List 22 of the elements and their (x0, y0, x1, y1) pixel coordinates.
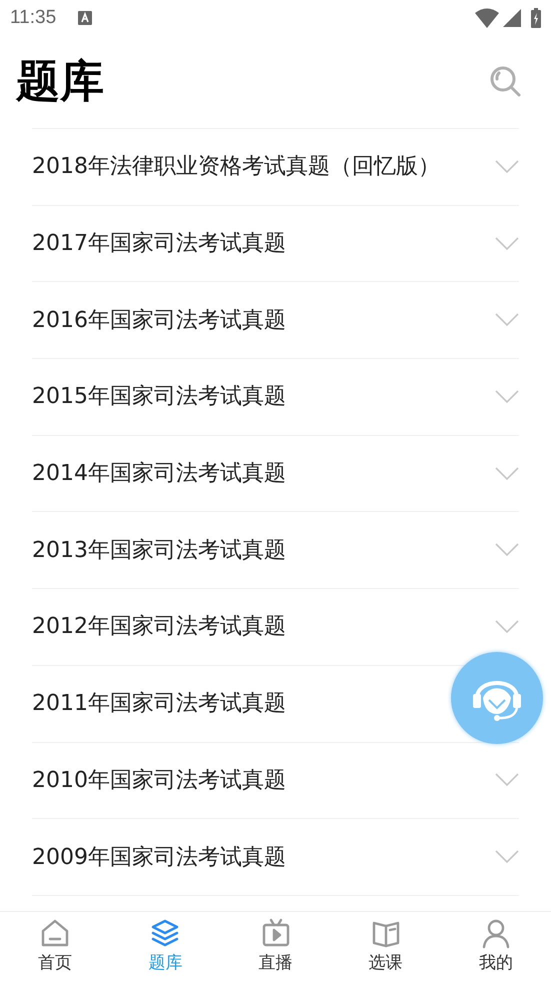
exam-title[interactable]: 2011年国家司法考试真题 (32, 687, 286, 720)
nav-tab[interactable]: 直播 (220, 912, 331, 981)
exam-title[interactable]: 2014年国家司法考试真题 (32, 457, 286, 490)
nav-tab[interactable]: 选课 (330, 912, 441, 981)
search-icon[interactable] (489, 65, 523, 99)
exam-title[interactable]: 2018年法律职业资格考试真题（回忆版） (32, 150, 440, 184)
status-time: 11:35 (10, 6, 56, 30)
exam-title[interactable]: 2009年国家司法考试真题 (32, 840, 286, 874)
exam-title[interactable]: 2015年国家司法考试真题 (32, 380, 286, 414)
exam-title[interactable]: 2012年国家司法考试真题 (32, 610, 286, 644)
nav-tab[interactable]: 首页 (0, 912, 110, 981)
exam-title[interactable]: 2010年国家司法考试真题 (32, 764, 286, 797)
nav-tab[interactable]: 我的 (440, 912, 551, 981)
support-button[interactable] (451, 652, 543, 744)
keyboard-icon (78, 11, 92, 25)
page-title: 题库 (16, 60, 104, 104)
exam-title[interactable]: 2013年国家司法考试真题 (32, 534, 286, 567)
exam-title[interactable]: 2016年国家司法考试真题 (32, 304, 286, 337)
wifi-icon (475, 8, 499, 28)
signal-icon (503, 9, 521, 27)
battery-icon (531, 8, 541, 28)
exam-title[interactable]: 2017年国家司法考试真题 (32, 227, 286, 260)
